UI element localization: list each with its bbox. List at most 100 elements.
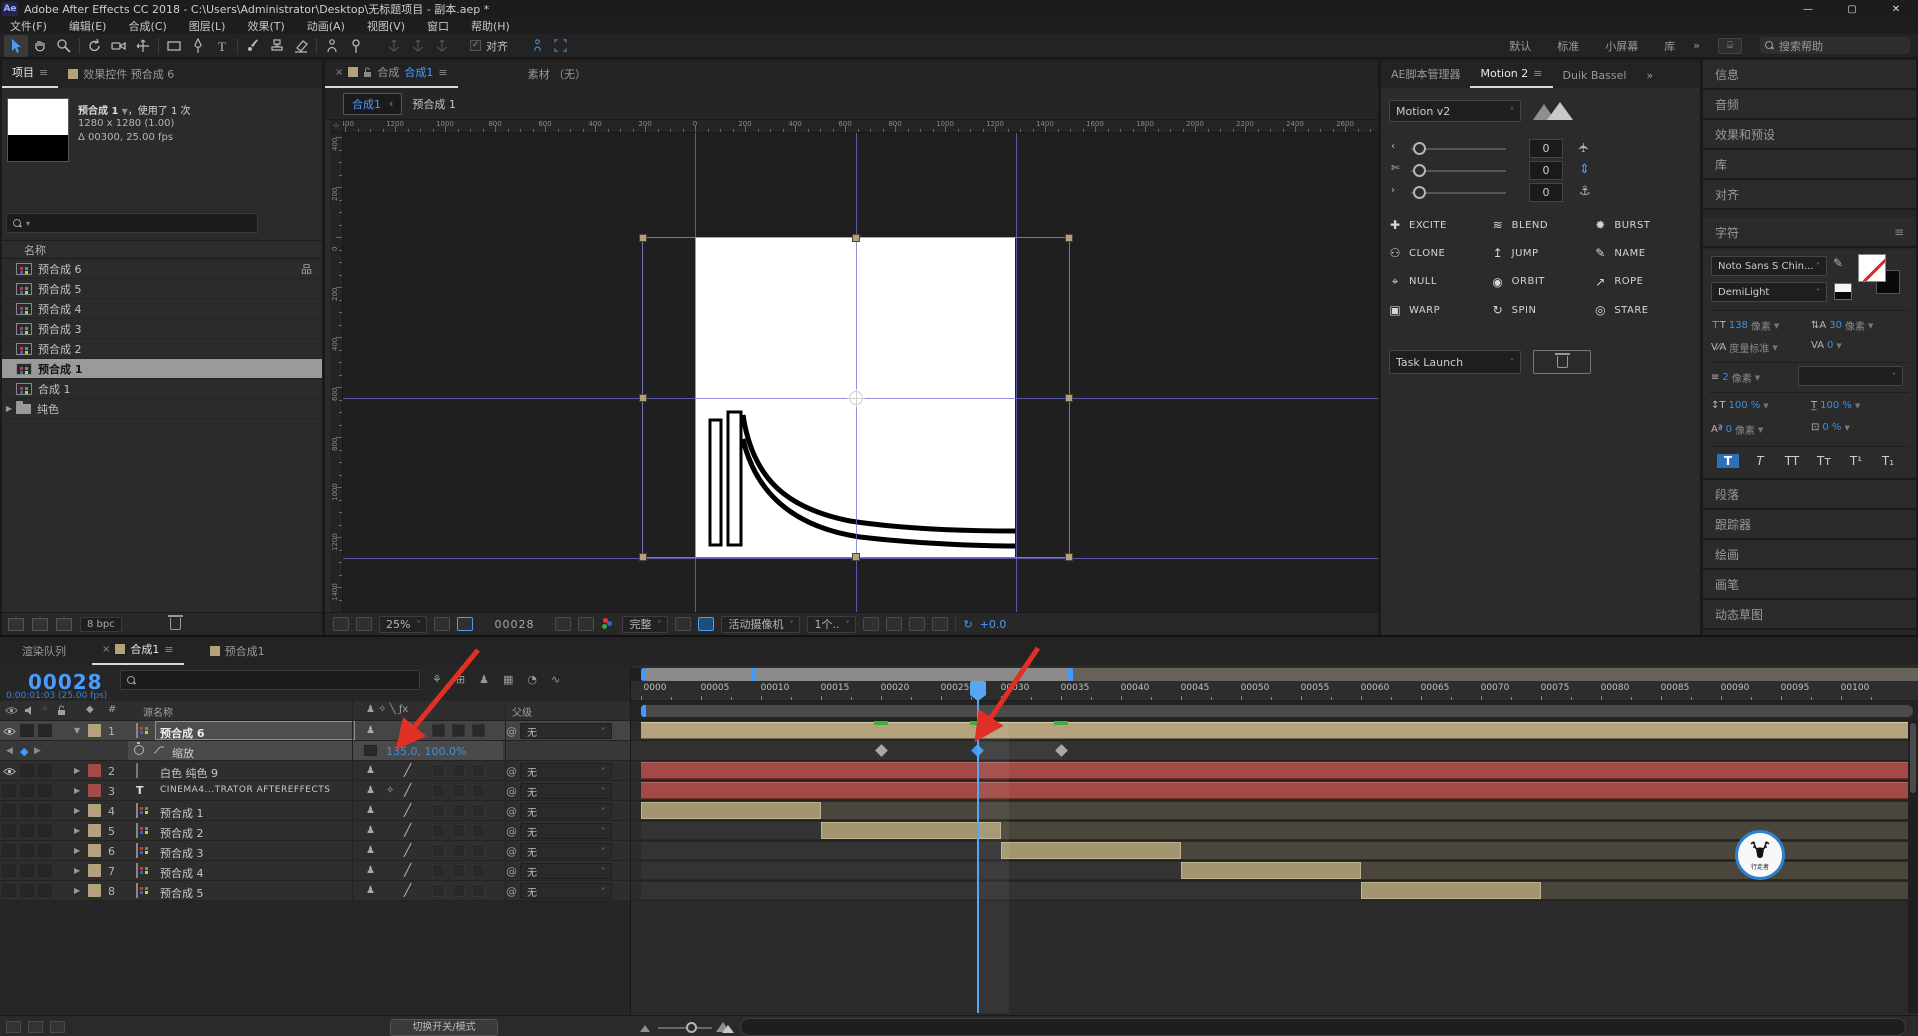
sidebar-item-动态草图[interactable]: 动态草图 <box>1703 600 1916 630</box>
switch-cell[interactable] <box>432 784 445 797</box>
channel-icon[interactable] <box>601 617 615 631</box>
parent-pickwhip-icon[interactable]: @ <box>506 825 517 838</box>
work-area-start-handle[interactable] <box>641 705 646 717</box>
menu-item[interactable]: 窗口 <box>427 18 449 34</box>
pan-behind-tool[interactable] <box>131 35 155 57</box>
panel-overflow[interactable]: » <box>1636 69 1663 88</box>
keyframes-row[interactable] <box>631 741 1918 761</box>
expand-arrow-icon[interactable]: ▶ <box>74 866 80 875</box>
switch-cell[interactable] <box>452 784 465 797</box>
eraser-tool[interactable] <box>289 35 313 57</box>
roto-brush-tool[interactable] <box>320 35 344 57</box>
layer-bar-row[interactable] <box>631 801 1918 821</box>
layer-name[interactable]: 白色 纯色 9 <box>160 765 218 781</box>
layer-bar-row[interactable] <box>631 881 1918 901</box>
draft-3d-icon[interactable]: ⊞ <box>456 673 465 686</box>
exposure-value[interactable]: +0.0 <box>980 618 1007 631</box>
brush-tool[interactable] <box>241 35 265 57</box>
shy-switch-icon[interactable]: ♟ <box>366 865 375 876</box>
faux-style-button[interactable]: TT <box>1781 454 1803 468</box>
tracking-field[interactable]: VA0▼ <box>1811 340 1842 351</box>
transform-handle[interactable] <box>852 553 860 561</box>
workspace-tab[interactable]: 标准 <box>1557 38 1579 54</box>
property-option-box[interactable] <box>364 745 377 756</box>
horizontal-scale-field[interactable]: T̲100 %▼ <box>1811 400 1860 411</box>
tab-effect-controls[interactable]: 效果控件 预合成 6 <box>58 66 184 88</box>
shy-switch-icon[interactable]: ♟ <box>366 825 375 836</box>
task-launch-dropdown[interactable]: Task Launch˅ <box>1389 350 1521 374</box>
layer-duration-bar[interactable] <box>641 762 1909 779</box>
motion-sketch-icon[interactable] <box>530 38 545 53</box>
shy-switch-icon[interactable]: ♟ <box>366 765 375 776</box>
font-style-dropdown[interactable]: DemiLight˅ <box>1711 282 1827 302</box>
switch-cell[interactable] <box>452 864 465 877</box>
layer-name[interactable]: 预合成 1 <box>160 805 204 821</box>
shy-switch-icon[interactable]: ♟ <box>366 885 375 896</box>
rotation-tool[interactable] <box>83 35 107 57</box>
composition-viewport[interactable] <box>343 133 1378 612</box>
eye-icon[interactable] <box>3 766 16 775</box>
clone-stamp-tool[interactable] <box>265 35 289 57</box>
slider-value-field[interactable]: 0 <box>1529 183 1563 202</box>
always-preview-icon[interactable] <box>333 617 349 631</box>
faux-style-button[interactable]: Tᴛ <box>1813 454 1835 468</box>
previous-keyframe-icon[interactable]: ◀ <box>6 746 13 756</box>
transparency-grid-icon[interactable] <box>698 617 714 631</box>
workspace-tab[interactable]: 默认 <box>1509 38 1531 54</box>
layer-duration-bar[interactable] <box>821 822 1001 839</box>
transform-handle[interactable] <box>852 234 860 242</box>
layer-bar-row[interactable] <box>631 781 1918 801</box>
menu-item[interactable]: 图层(L) <box>189 18 226 34</box>
layer-switch-cell[interactable] <box>38 884 52 897</box>
sidebar-item-效果和预设[interactable]: 效果和预设 <box>1703 120 1916 150</box>
switch-cell[interactable] <box>432 864 445 877</box>
pen-tool[interactable] <box>186 35 210 57</box>
layer-row[interactable]: ▶2白色 纯色 9♟╱@无˅ <box>0 761 630 781</box>
property-name[interactable]: 缩放 <box>172 745 194 761</box>
layer-duration-bar[interactable] <box>1181 862 1361 879</box>
switch-cell[interactable] <box>432 884 445 897</box>
motion-button-stare[interactable]: ◎STARE <box>1592 303 1695 317</box>
rectangle-tool[interactable] <box>162 35 186 57</box>
layer-row[interactable]: ▶7预合成 4♟╱@无˅ <box>0 861 630 881</box>
project-columns-header[interactable]: 名称 <box>2 240 322 259</box>
tab-script-manager[interactable]: AE脚本管理器 <box>1381 66 1470 88</box>
expand-arrow-icon[interactable]: ▶ <box>74 806 80 815</box>
graph-icon[interactable] <box>153 745 165 758</box>
layer-row[interactable]: ▶4预合成 1♟╱@无˅ <box>0 801 630 821</box>
quality-switch-icon[interactable]: ╱ <box>404 843 411 857</box>
label-color-swatch[interactable] <box>88 764 101 777</box>
close-tab-icon[interactable]: × <box>335 67 343 78</box>
expand-arrow-icon[interactable]: ▶ <box>74 786 80 795</box>
kerning-field[interactable]: V⁄A度量标准▼ <box>1711 340 1778 355</box>
parent-column[interactable]: 父级 <box>512 704 532 719</box>
tsume-field[interactable]: ⊡0 %▼ <box>1811 422 1850 433</box>
motion-preset-dropdown[interactable]: Motion v2˅ <box>1389 100 1521 122</box>
mini-fill-stroke-icon[interactable] <box>1834 283 1852 300</box>
sidebar-item-段落[interactable]: 段落 <box>1703 480 1916 510</box>
expand-arrow-icon[interactable]: ▼ <box>74 726 80 735</box>
transform-handle[interactable] <box>639 553 647 561</box>
label-column-icon[interactable]: ◆ <box>86 704 94 715</box>
layer-name[interactable]: CINEMA4...TRATOR AFTEREFFECTS <box>160 785 330 795</box>
switch-cell[interactable] <box>472 824 485 837</box>
baseline-shift-field[interactable]: Aª0像素▼ <box>1711 422 1763 437</box>
expand-arrow-icon[interactable]: ▶ <box>74 846 80 855</box>
reset-exposure-icon[interactable]: ↻ <box>963 618 972 631</box>
switch-cell[interactable] <box>452 724 465 737</box>
eye-switch-empty[interactable] <box>2 804 16 817</box>
fill-color-swatch[interactable] <box>1858 254 1886 282</box>
parent-dropdown[interactable]: 无˅ <box>520 723 612 739</box>
arrows-vertical-icon[interactable]: ⇕ <box>1579 162 1590 177</box>
next-keyframe-icon[interactable]: ▶ <box>34 746 41 756</box>
project-item[interactable]: 预合成 6品 <box>2 259 322 279</box>
switch-cell[interactable] <box>452 824 465 837</box>
timeline-zoom-thumb[interactable] <box>686 1022 697 1033</box>
project-search-input[interactable]: ▾ <box>6 213 258 233</box>
work-area-bar[interactable] <box>631 701 1918 721</box>
layer-name[interactable]: 预合成 5 <box>160 885 204 901</box>
layer-switch-cell[interactable] <box>20 844 34 857</box>
parent-pickwhip-icon[interactable]: @ <box>506 765 517 778</box>
layer-name[interactable]: 预合成 3 <box>160 845 204 861</box>
menu-item[interactable]: 编辑(E) <box>69 18 107 34</box>
